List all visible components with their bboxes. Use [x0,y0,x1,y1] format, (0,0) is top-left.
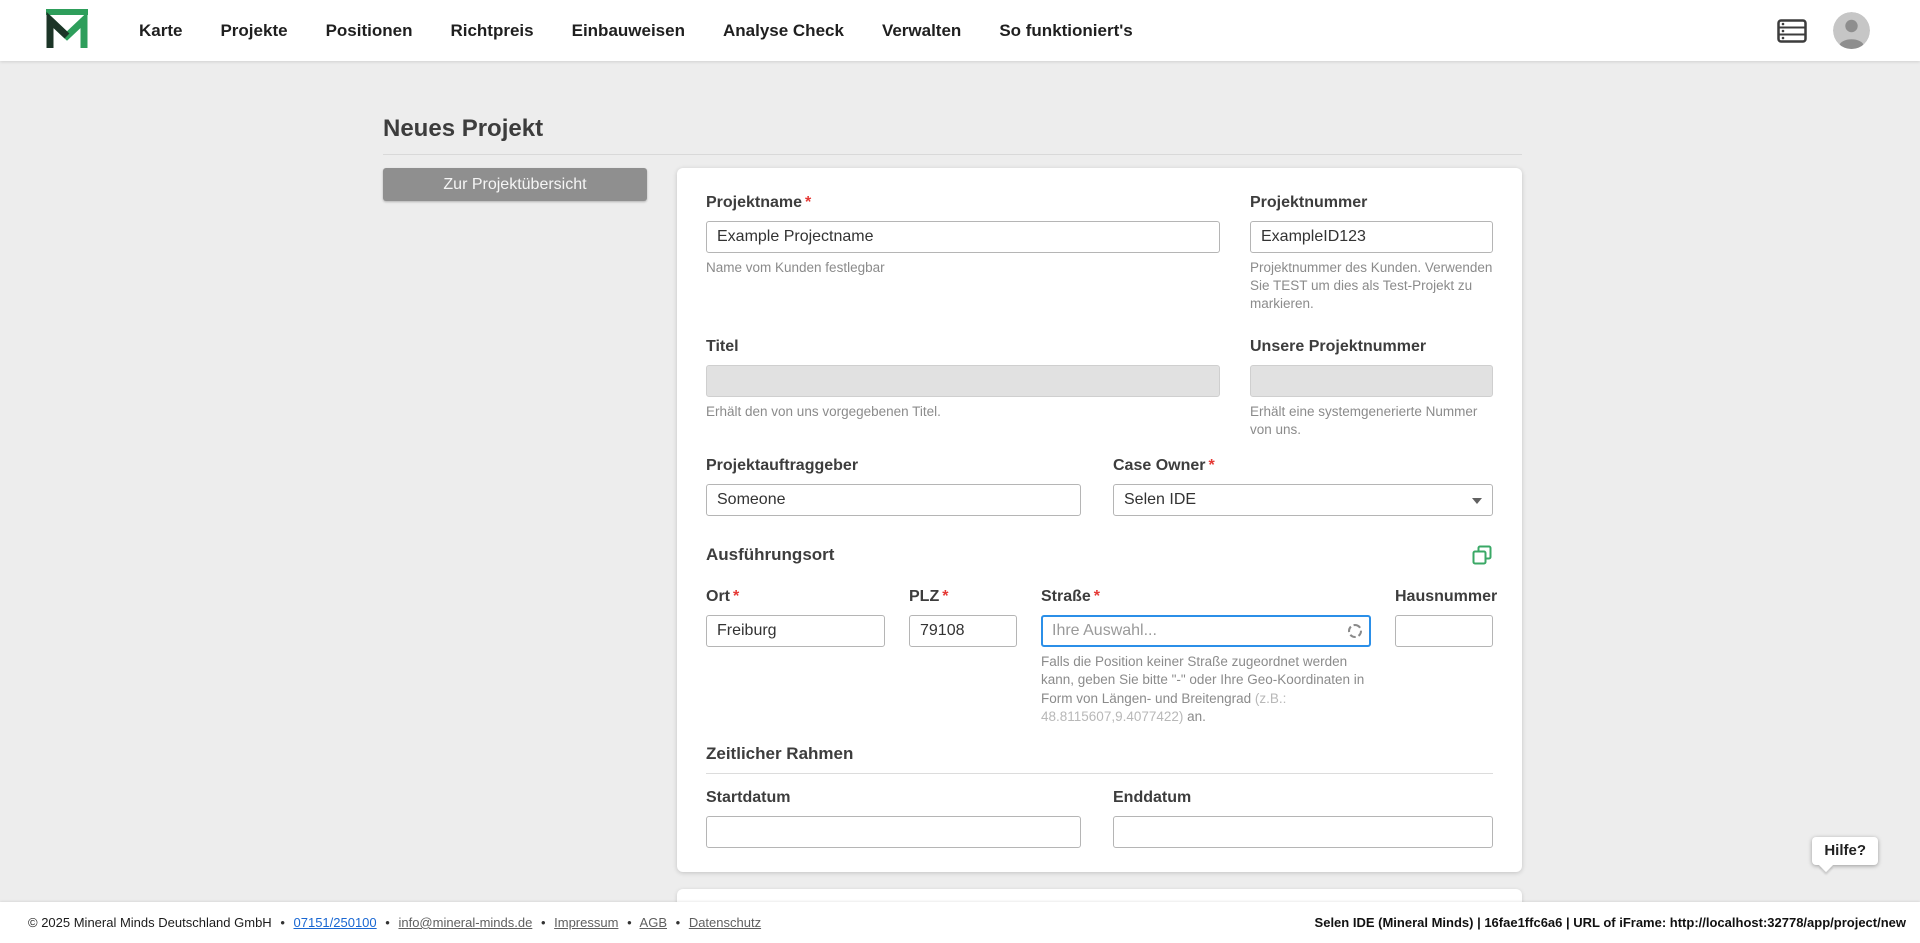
startdatum-input[interactable] [706,816,1081,848]
page-content: Neues Projekt Zur Projektübersicht Proje… [383,61,1522,919]
case-owner-label: Case Owner* [1113,457,1493,475]
nav-item-richtpreis[interactable]: Richtpreis [450,21,533,41]
projektauftraggeber-input[interactable] [706,484,1081,516]
separator-dot: • [541,915,546,930]
phone-link[interactable]: 07151/250100 [294,915,377,930]
projektname-input[interactable] [706,221,1220,253]
nav-item-positionen[interactable]: Positionen [326,21,413,41]
required-marker: * [1094,588,1100,605]
footer-session-info: Selen IDE (Mineral Minds) | 16fae1ffc6a6… [1315,915,1910,930]
copyright-text: © 2025 Mineral Minds Deutschland GmbH [28,915,272,930]
separator-dot: • [627,915,632,930]
loading-spinner-icon [1348,624,1362,638]
case-owner-select[interactable]: Selen IDE [1113,484,1493,516]
nav-item-verwalten[interactable]: Verwalten [882,21,961,41]
agb-link[interactable]: AGB [640,915,667,930]
hausnummer-label: Hausnummer [1395,588,1493,606]
footer-left: © 2025 Mineral Minds Deutschland GmbH • … [28,915,761,930]
projektnummer-label: Projektnummer [1250,194,1493,212]
mineral-minds-logo[interactable] [45,8,89,53]
copy-icon[interactable] [1471,544,1493,566]
chevron-down-icon [1472,498,1482,504]
nav-item-analyse-check[interactable]: Analyse Check [723,21,844,41]
logo-m-icon [45,8,89,48]
person-icon [1833,12,1870,49]
separator-dot: • [676,915,681,930]
strasse-input[interactable] [1041,615,1371,647]
titel-input [706,365,1220,397]
main-nav: Karte Projekte Positionen Richtpreis Ein… [139,21,1133,41]
top-nav: Karte Projekte Positionen Richtpreis Ein… [0,0,1920,61]
unsere-projektnummer-helper: Erhält eine systemgenerierte Nummer von … [1250,403,1493,439]
required-marker: * [805,194,811,211]
footer: © 2025 Mineral Minds Deutschland GmbH • … [0,902,1920,943]
email-link[interactable]: info@mineral-minds.de [398,915,532,930]
nav-item-projekte[interactable]: Projekte [220,21,287,41]
session-owner: Selen IDE [1315,915,1375,930]
projektauftraggeber-label: Projektauftraggeber [706,457,1081,475]
help-button[interactable]: Hilfe? [1812,837,1878,865]
hausnummer-input[interactable] [1395,615,1493,647]
nav-item-karte[interactable]: Karte [139,21,182,41]
required-marker: * [1208,457,1214,474]
plz-input[interactable] [909,615,1017,647]
section-title-ausfuehrungsort: Ausführungsort [706,545,834,565]
page-title: Neues Projekt [383,115,1522,143]
plz-label: PLZ* [909,588,1017,606]
title-divider [383,154,1522,155]
ort-label: Ort* [706,588,885,606]
projektnummer-helper: Projektnummer des Kunden. Verwenden Sie … [1250,259,1493,314]
section-title-zeitlicher-rahmen: Zeitlicher Rahmen [706,744,853,764]
projektname-helper: Name vom Kunden festlegbar [706,259,1220,277]
unsere-projektnummer-label: Unsere Projektnummer [1250,338,1493,356]
user-avatar[interactable] [1833,12,1870,49]
strasse-helper: Falls die Position keiner Straße zugeord… [1041,653,1371,726]
session-details: (Mineral Minds) | 16fae1ffc6a6 | URL of … [1375,915,1906,930]
new-project-form-card: Projektname* Name vom Kunden festlegbar … [677,168,1522,872]
strasse-label: Straße* [1041,588,1371,606]
projektname-label: Projektname* [706,194,1220,212]
required-marker: * [942,588,948,605]
datenschutz-link[interactable]: Datenschutz [689,915,761,930]
impressum-link[interactable]: Impressum [554,915,618,930]
separator-dot: • [385,915,390,930]
back-to-project-overview-button[interactable]: Zur Projektübersicht [383,168,647,201]
enddatum-input[interactable] [1113,816,1493,848]
ort-input[interactable] [706,615,885,647]
startdatum-label: Startdatum [706,789,1081,807]
unsere-projektnummer-input [1250,365,1493,397]
projektnummer-input[interactable] [1250,221,1493,253]
titel-label: Titel [706,338,1220,356]
enddatum-label: Enddatum [1113,789,1493,807]
case-owner-selected-value: Selen IDE [1124,491,1196,509]
separator-dot: • [280,915,285,930]
nav-item-einbauweisen[interactable]: Einbauweisen [572,21,685,41]
nav-item-so-funktionierts[interactable]: So funktioniert's [999,21,1132,41]
server-icon[interactable] [1777,19,1807,43]
header-actions [1777,12,1870,49]
required-marker: * [733,588,739,605]
section-divider [706,773,1493,774]
titel-helper: Erhält den von uns vorgegebenen Titel. [706,403,1220,421]
